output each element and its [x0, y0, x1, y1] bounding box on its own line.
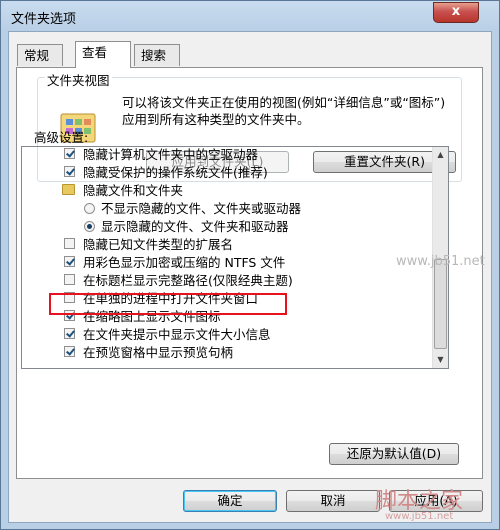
setting-label: 在预览窗格中显示预览句柄 [83, 345, 234, 360]
window-title: 文件夹选项 [11, 12, 77, 27]
checkbox[interactable] [64, 328, 75, 339]
checkbox[interactable] [64, 166, 75, 177]
ok-button[interactable]: 确定 [183, 490, 277, 512]
setting-label: 隐藏计算机文件夹中的空驱动器 [83, 147, 259, 162]
tab-search[interactable]: 搜索 [134, 44, 180, 66]
checkbox[interactable] [64, 346, 75, 357]
setting-label: 隐藏受保护的操作系统文件(推荐) [83, 165, 268, 180]
checkbox[interactable] [64, 238, 75, 249]
watermark-site: www.jb51.net [396, 254, 485, 269]
advanced-settings-label: 高级设置: [34, 130, 89, 145]
annotation-highlight-box [49, 293, 287, 315]
setting-label: 隐藏已知文件类型的扩展名 [83, 237, 234, 252]
checkbox[interactable] [64, 148, 75, 159]
close-button[interactable]: x [433, 2, 479, 23]
scroll-down-arrow-icon[interactable]: ▼ [433, 352, 448, 368]
cancel-button[interactable]: 取消 [286, 490, 380, 512]
watermark-brand-url: www.jb51.net [385, 511, 454, 522]
setting-label: 在标题栏显示完整路径(仅限经典主题) [83, 273, 293, 288]
title-bar: 文件夹选项 x [1, 1, 499, 31]
folder-options-window: 文件夹选项 x 常规 查看 搜索 文件夹视图 可以将该文件夹正在使用的视图(例如… [0, 0, 500, 530]
radio-button[interactable] [84, 203, 95, 214]
restore-defaults-button[interactable]: 还原为默认值(D) [329, 443, 459, 465]
folder-views-description: 可以将该文件夹正在使用的视图(例如“详细信息”或“图标”)应用到所有这种类型的文… [122, 95, 446, 127]
setting-label: 在文件夹提示中显示文件大小信息 [83, 327, 271, 342]
checkbox[interactable] [64, 274, 75, 285]
checkbox[interactable] [64, 256, 75, 267]
scroll-up-arrow-icon[interactable]: ▲ [433, 147, 448, 163]
setting-label: 用彩色显示加密或压缩的 NTFS 文件 [83, 255, 286, 270]
radio-button[interactable] [84, 221, 95, 232]
folder-views-label: 文件夹视图 [45, 70, 112, 89]
folder-icon [62, 184, 75, 195]
setting-label: 隐藏文件和文件夹 [83, 183, 184, 198]
scrollbar-thumb[interactable] [434, 259, 447, 349]
tab-general[interactable]: 常规 [17, 44, 63, 66]
setting-label: 显示隐藏的文件、文件夹和驱动器 [101, 219, 289, 234]
setting-label: 不显示隐藏的文件、文件夹或驱动器 [101, 201, 302, 216]
tab-view[interactable]: 查看 [75, 41, 131, 68]
advanced-settings-tree[interactable]: 隐藏计算机文件夹中的空驱动器 隐藏受保护的操作系统文件(推荐) 隐藏文件和文件夹… [21, 146, 449, 369]
